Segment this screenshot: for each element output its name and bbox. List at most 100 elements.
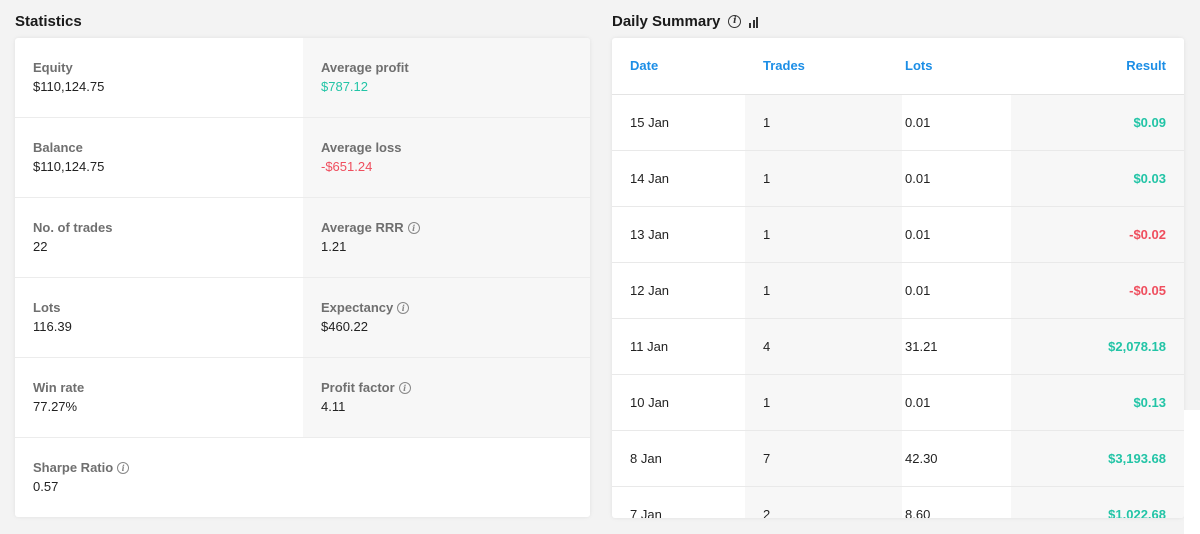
stat-label: No. of trades [33,220,303,235]
stat-label-text: Sharpe Ratio [33,460,114,475]
column-header-date[interactable]: Date [612,38,745,95]
stat-sharpe-ratio: Sharpe Ratio i 0.57 [15,438,303,517]
stat-label-text: Win rate [33,380,85,395]
stat-value: 77.27% [33,399,78,414]
statistics-title: Statistics [15,13,82,30]
cell-trades: 1 [745,262,902,319]
cell-lots: 8.60 [902,486,1011,518]
stat-label: Expectancy i [321,300,590,315]
stat-balance: Balance $110,124.75 [15,118,303,197]
stat-empty-cell [303,438,590,517]
info-icon[interactable]: i [728,15,742,28]
bar-chart-icon[interactable] [749,16,759,28]
cell-trades: 7 [745,430,902,487]
scrollbar[interactable] [1184,410,1200,534]
info-icon[interactable]: i [117,462,130,474]
stat-label: Equity [33,60,303,75]
stat-label-text: Profit factor [321,380,395,395]
stat-label-text: Expectancy [321,300,394,315]
table-row[interactable]: 13 Jan 1 0.01 -$0.02 [612,206,1184,263]
stat-label-text: Average profit [321,60,409,75]
cell-result: -$0.02 [1011,206,1184,263]
daily-summary-card: Date Trades Lots Result 15 Jan 1 0.01 $0.09… [612,38,1184,518]
cell-lots: 0.01 [902,206,1011,263]
cell-date: 13 Jan [612,206,745,263]
stat-label-text: Lots [33,300,61,315]
info-icon[interactable]: i [398,382,411,394]
column-header-result[interactable]: Result [1011,38,1184,95]
info-icon[interactable]: i [397,302,410,314]
cell-lots: 0.01 [902,262,1011,319]
column-header-trades[interactable]: Trades [745,38,902,95]
stat-label: Sharpe Ratio i [33,460,303,475]
cell-lots: 0.01 [902,94,1011,151]
table-row[interactable]: 10 Jan 1 0.01 $0.13 [612,374,1184,431]
stat-lots: Lots 116.39 [15,278,303,357]
stat-equity: Equity $110,124.75 [15,38,303,117]
cell-date: 11 Jan [612,318,745,375]
cell-result: -$0.05 [1011,262,1184,319]
stat-value: $110,124.75 [33,79,105,94]
cell-trades: 4 [745,318,902,375]
cell-result: $2,078.18 [1011,318,1184,375]
stat-row: Balance $110,124.75 Average loss -$651.24 [15,118,590,198]
stat-average-rrr: Average RRR i 1.21 [303,198,590,277]
stat-label: Average RRR i [321,220,590,235]
cell-result: $3,193.68 [1011,430,1184,487]
stat-label: Win rate [33,380,303,395]
stat-label: Lots [33,300,303,315]
table-row[interactable]: 11 Jan 4 31.21 $2,078.18 [612,318,1184,375]
stat-label: Average profit [321,60,590,75]
stat-row: Sharpe Ratio i 0.57 [15,438,590,517]
stat-row: No. of trades 22 Average RRR i 1.21 [15,198,590,278]
cell-result: $0.09 [1011,94,1184,151]
stat-label: Average loss [321,140,590,155]
stat-row: Win rate 77.27% Profit factor i 4.11 [15,358,590,438]
daily-summary-header: Daily Summary i [612,13,759,30]
table-row[interactable]: 7 Jan 2 8.60 $1,022.68 [612,486,1184,518]
cell-date: 15 Jan [612,94,745,151]
stat-profit-factor: Profit factor i 4.11 [303,358,590,437]
cell-trades: 1 [745,206,902,263]
stat-average-loss: Average loss -$651.24 [303,118,590,197]
cell-lots: 31.21 [902,318,1011,375]
cell-date: 12 Jan [612,262,745,319]
cell-date: 14 Jan [612,150,745,207]
info-icon[interactable]: i [407,222,420,234]
cell-trades: 1 [745,94,902,151]
stat-value: 22 [33,239,48,254]
stat-value: $460.22 [321,319,368,334]
cell-date: 8 Jan [612,430,745,487]
cell-lots: 0.01 [902,374,1011,431]
table-row[interactable]: 15 Jan 1 0.01 $0.09 [612,94,1184,151]
stat-label-text: Average RRR [321,220,404,235]
stat-value: $787.12 [321,79,368,94]
statistics-card: Equity $110,124.75 Average profit $787.12 Ba… [15,38,590,517]
cell-result: $0.03 [1011,150,1184,207]
cell-trades: 1 [745,150,902,207]
cell-date: 7 Jan [612,486,745,518]
stat-row: Lots 116.39 Expectancy i $460.22 [15,278,590,358]
column-header-lots[interactable]: Lots [902,38,1011,95]
stat-value: 0.57 [33,479,59,494]
cell-trades: 1 [745,374,902,431]
table-row[interactable]: 8 Jan 7 42.30 $3,193.68 [612,430,1184,487]
cell-lots: 0.01 [902,150,1011,207]
stat-no-of-trades: No. of trades 22 [15,198,303,277]
table-row[interactable]: 14 Jan 1 0.01 $0.03 [612,150,1184,207]
cell-result: $1,022.68 [1011,486,1184,518]
stat-label-text: Balance [33,140,83,155]
stat-label: Profit factor i [321,380,590,395]
stat-value: 116.39 [33,319,72,334]
cell-date: 10 Jan [612,374,745,431]
cell-lots: 42.30 [902,430,1011,487]
stat-label-text: Equity [33,60,73,75]
stat-win-rate: Win rate 77.27% [15,358,303,437]
cell-result: $0.13 [1011,374,1184,431]
stat-average-profit: Average profit $787.12 [303,38,590,117]
daily-summary-table: Date Trades Lots Result 15 Jan 1 0.01 $0.09… [612,38,1184,518]
cell-trades: 2 [745,486,902,518]
stat-row: Equity $110,124.75 Average profit $787.12 [15,38,590,118]
table-row[interactable]: 12 Jan 1 0.01 -$0.05 [612,262,1184,319]
stat-value: $110,124.75 [33,159,105,174]
